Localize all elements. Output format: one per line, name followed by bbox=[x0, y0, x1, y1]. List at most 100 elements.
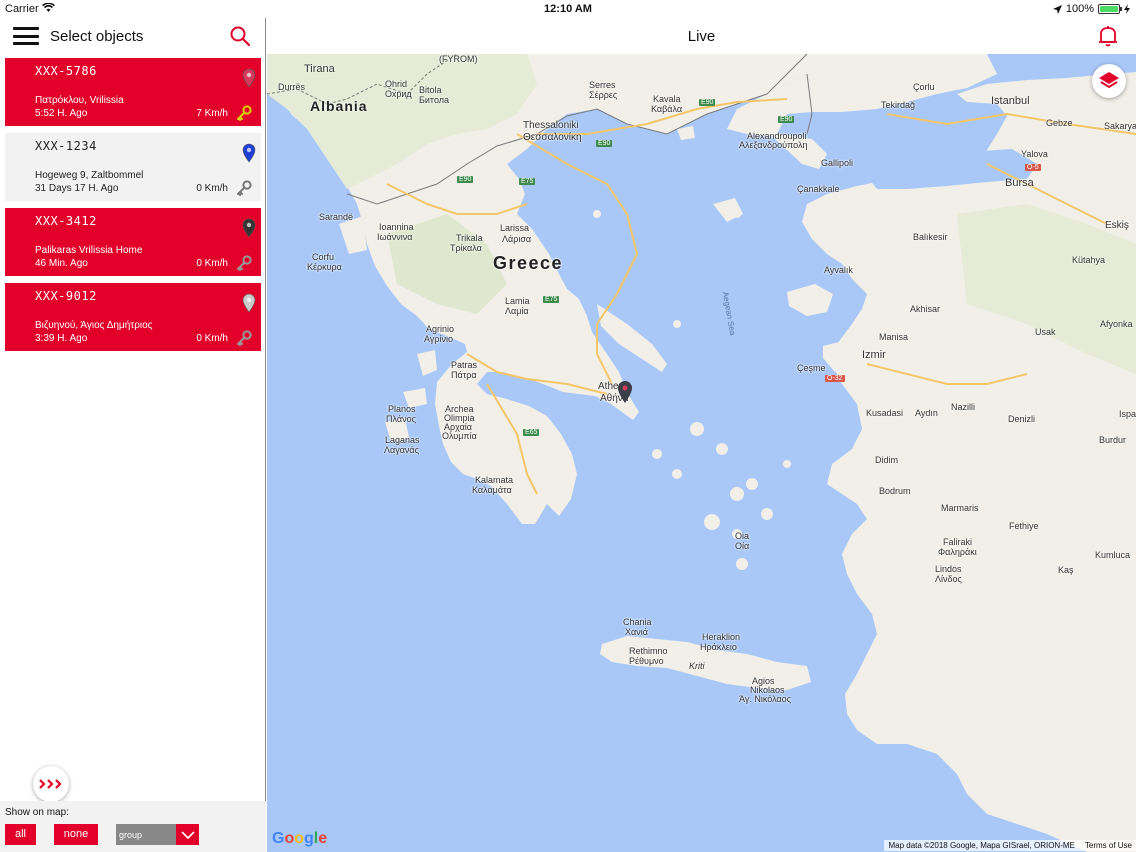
map-label-bursa: Bursa bbox=[1005, 177, 1034, 189]
map-view[interactable]: Tirana Durrës (FYROM) Ohrid Охрид Bitola… bbox=[267, 54, 1136, 852]
map-label-tirana: Tirana bbox=[304, 63, 335, 75]
map-label-agrinio: Agrinio bbox=[426, 324, 455, 334]
map-label-larissa: Larissa bbox=[500, 223, 530, 233]
map-label-agios-nikolaos-local: Άγ. Νικόλαος bbox=[739, 694, 791, 704]
map-label-trikala: Trikala bbox=[456, 233, 483, 243]
road-shield: E90 bbox=[457, 176, 474, 183]
object-speed: 0 Km/h bbox=[196, 333, 228, 344]
map-label-bodrum: Bodrum bbox=[879, 486, 911, 496]
map-pin-icon[interactable] bbox=[242, 293, 256, 313]
road-shield: O-32 bbox=[825, 375, 845, 382]
map-label-trikala-local: Τρίκαλα bbox=[450, 243, 482, 253]
bell-icon[interactable] bbox=[1096, 24, 1120, 48]
vehicle-marker[interactable] bbox=[617, 380, 633, 404]
map-label-isparta: Ispa bbox=[1119, 409, 1136, 419]
map-label-kalamata: Kalamata bbox=[475, 475, 514, 485]
chevron-down-icon bbox=[180, 830, 195, 839]
map-label-kumluca: Kumluca bbox=[1095, 550, 1131, 560]
map-label-faliraki-local: Φαληράκι bbox=[938, 547, 977, 557]
map-label-manisa: Manisa bbox=[879, 332, 909, 342]
map-label-laganas: Laganas bbox=[385, 435, 420, 445]
map-label-balikesir: Balıkesir bbox=[913, 232, 948, 242]
ignition-key-icon bbox=[237, 180, 252, 196]
map-label-durres: Durrës bbox=[278, 82, 306, 92]
object-list-item[interactable]: XXX-3412 Palikaras Vrilissia Home 46 Min… bbox=[5, 208, 261, 276]
map-title: Live bbox=[687, 28, 716, 45]
map-label-didim: Didim bbox=[875, 455, 899, 465]
map-data-credit: Map data ©2018 Google, Mapa GISrael, ORI… bbox=[888, 841, 1075, 850]
map-layers-button[interactable] bbox=[1092, 64, 1126, 98]
status-bar: Carrier 12:10 AM 100% bbox=[0, 0, 1136, 18]
show-none-button[interactable]: none bbox=[54, 824, 98, 845]
clock: 12:10 AM bbox=[544, 3, 592, 15]
object-plate: XXX-3412 bbox=[35, 214, 97, 228]
object-address: Palikaras Vrilissia Home bbox=[35, 245, 143, 256]
object-last-seen: 3:39 H. Ago bbox=[35, 333, 88, 344]
map-label-ioannina: Ioannina bbox=[379, 222, 414, 232]
map-label-larissa-local: Λάρισα bbox=[502, 234, 532, 244]
road-shield: E75 bbox=[519, 178, 536, 185]
map-label-ohrid: Ohrid bbox=[385, 79, 408, 89]
map-label-rethimno: Rethimno bbox=[629, 646, 668, 656]
map-label-akhisar: Akhisar bbox=[910, 304, 941, 314]
map-pin-icon[interactable] bbox=[242, 218, 256, 238]
map-header: Live bbox=[267, 18, 1136, 54]
map-label-patras: Patras bbox=[451, 360, 478, 370]
map-label-kriti: Kriti bbox=[689, 661, 705, 671]
map-label-heraklion: Heraklion bbox=[702, 632, 741, 642]
map-attribution: Map data ©2018 Google, Mapa GISrael, ORI… bbox=[884, 840, 1136, 851]
battery-percent: 100% bbox=[1065, 3, 1094, 15]
object-list-item[interactable]: XXX-1234 Hogeweg 9, Zaltbommel 31 Days 1… bbox=[5, 133, 261, 201]
object-address: Βιζυηνού, Άγιος Δημήτριος bbox=[35, 320, 153, 331]
terms-of-use-link[interactable]: Terms of Use bbox=[1085, 841, 1132, 850]
hamburger-menu-icon[interactable] bbox=[13, 27, 39, 45]
object-list: XXX-5786 Πατρόκλου, Vrilissia 5:52 H. Ag… bbox=[5, 58, 261, 358]
object-list-item[interactable]: XXX-5786 Πατρόκλου, Vrilissia 5:52 H. Ag… bbox=[5, 58, 261, 126]
map-label-fyrom: (FYROM) bbox=[439, 54, 478, 64]
object-address: Πατρόκλου, Vrilissia bbox=[35, 95, 124, 106]
map-label-gallipoli: Gallipoli bbox=[821, 158, 854, 168]
map-label-chania: Chania bbox=[623, 617, 652, 627]
map-label-oia-local: Οία bbox=[735, 541, 750, 551]
map-label-serres-local: Σέρρες bbox=[589, 90, 618, 100]
map-label-olimpia-local: Ολυμπία bbox=[442, 431, 477, 441]
map-label-canakkale: Çanakkale bbox=[797, 184, 840, 194]
map-label-kavala: Kavala bbox=[653, 94, 681, 104]
map-label-corfu: Corfu bbox=[312, 252, 335, 262]
group-select-toggle[interactable] bbox=[176, 824, 199, 845]
map-label-agrinio-local: Αγρίνιο bbox=[424, 334, 453, 344]
objects-panel: Select objects XXX-5786 Πατρόκλου, Vrili… bbox=[0, 18, 266, 852]
group-select[interactable]: group bbox=[116, 824, 199, 845]
map-pin-icon[interactable] bbox=[242, 143, 256, 163]
map-label-lamia-local: Λαμία bbox=[505, 306, 529, 316]
object-plate: XXX-9012 bbox=[35, 289, 97, 303]
objects-header: Select objects bbox=[0, 18, 265, 54]
map-label-corlu: Çorlu bbox=[913, 82, 935, 92]
map-label-cesme: Çeşme bbox=[797, 363, 826, 373]
map-label-kutahya: Kütahya bbox=[1072, 255, 1106, 265]
expand-button[interactable] bbox=[33, 766, 69, 802]
map-label-ohrid-local: Охрид bbox=[385, 89, 412, 99]
map-label-sarande: Sarandë bbox=[319, 212, 354, 222]
map-label-heraklion-local: Ηράκλειο bbox=[700, 642, 737, 652]
show-all-button[interactable]: all bbox=[5, 824, 36, 845]
battery-icon bbox=[1098, 4, 1122, 14]
search-icon[interactable] bbox=[229, 25, 251, 47]
object-speed: 0 Km/h bbox=[196, 258, 228, 269]
map-label-ayvalik: Ayvalık bbox=[824, 265, 853, 275]
object-last-seen: 46 Min. Ago bbox=[35, 258, 88, 269]
map-label-ioannina-local: Ιωάννινα bbox=[377, 232, 413, 242]
map-label-istanbul: Istanbul bbox=[991, 95, 1030, 107]
map-label-chania-local: Χανιά bbox=[625, 627, 648, 637]
map-pin-icon[interactable] bbox=[242, 68, 256, 88]
charging-bolt-icon bbox=[1124, 4, 1130, 14]
map-label-planos-local: Πλάνος bbox=[386, 414, 416, 424]
map-label-rethimno-local: Ρέθυμνο bbox=[629, 656, 664, 666]
map-label-gebze: Gebze bbox=[1046, 118, 1073, 128]
map-label-afyonkarahisar: Afyonka bbox=[1100, 319, 1133, 329]
object-list-item[interactable]: XXX-9012 Βιζυηνού, Άγιος Δημήτριος 3:39 … bbox=[5, 283, 261, 351]
map-label-lindos-local: Λίνδος bbox=[935, 574, 962, 584]
map-label-corfu-local: Κέρκυρα bbox=[307, 262, 342, 272]
map-label-aydin: Aydın bbox=[915, 408, 938, 418]
object-plate: XXX-1234 bbox=[35, 139, 97, 153]
